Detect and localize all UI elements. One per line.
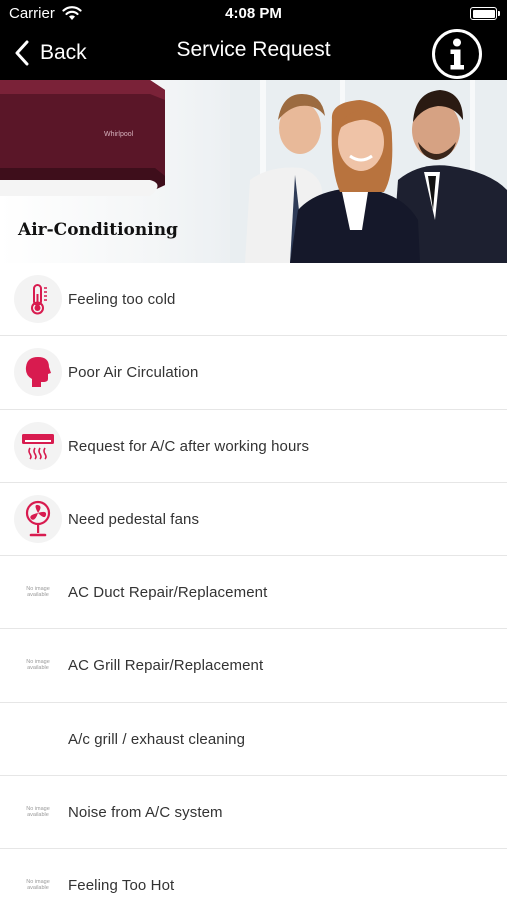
ac-unit-illustration: Whirlpool [0,80,165,196]
svg-text:Whirlpool: Whirlpool [104,131,134,138]
list-item-label: Request for A/C after working hours [68,437,310,455]
list-item-label: Feeling too cold [68,291,176,308]
head-breathing-icon [14,348,62,397]
list-item[interactable]: No image available AC Grill Repair/Replac… [0,629,507,703]
list-item[interactable]: No image available AC Duct Repair/Replace… [0,556,507,630]
list-item-label: Noise from A/C system [68,804,223,822]
list-item[interactable]: Request for A/C after working hours [0,409,507,483]
list-item[interactable]: Feeling too cold [0,263,507,337]
status-time: 4:08 PM [225,5,282,22]
banner-title: Air-Conditioning [18,220,178,240]
list-item-label: Feeling Too Hot [68,877,175,895]
list-item[interactable]: No image available Feeling Too Hot [0,849,507,900]
category-banner: Whirlpool Air-Conditioning [0,80,507,263]
no-image-icon: No image available [26,879,50,892]
list-item-label: A/c grill / exhaust cleaning [68,730,246,748]
pedestal-fan-icon [14,494,62,543]
thermometer-icon [14,275,62,323]
list-item-label: AC Grill Repair/Replacement [68,657,264,675]
info-icon[interactable] [431,28,483,80]
no-image-icon: No image available [26,659,50,672]
list-item-label: Poor Air Circulation [68,364,199,382]
top-bar: Carrier 4:08 PM Back Service Request [0,0,507,80]
navigation-bar: Back Service Request [0,28,507,80]
battery-icon [470,7,500,20]
list-item-label: AC Duct Repair/Replacement [68,584,268,602]
list-item[interactable]: Poor Air Circulation [0,336,507,410]
service-request-list: Feeling too cold Poor Air Circulation Re… [0,263,507,900]
no-image-icon: No image available [26,586,50,599]
ac-unit-icon [14,421,62,470]
list-item-label: Need pedestal fans [68,510,200,528]
status-bar: Carrier 4:08 PM [0,0,507,28]
list-item[interactable]: No image available Noise from A/C system [0,776,507,850]
list-item[interactable]: A/c grill / exhaust cleaning [0,702,507,777]
list-item[interactable]: Need pedestal fans [0,482,507,557]
no-image-icon: No image available [26,806,50,819]
